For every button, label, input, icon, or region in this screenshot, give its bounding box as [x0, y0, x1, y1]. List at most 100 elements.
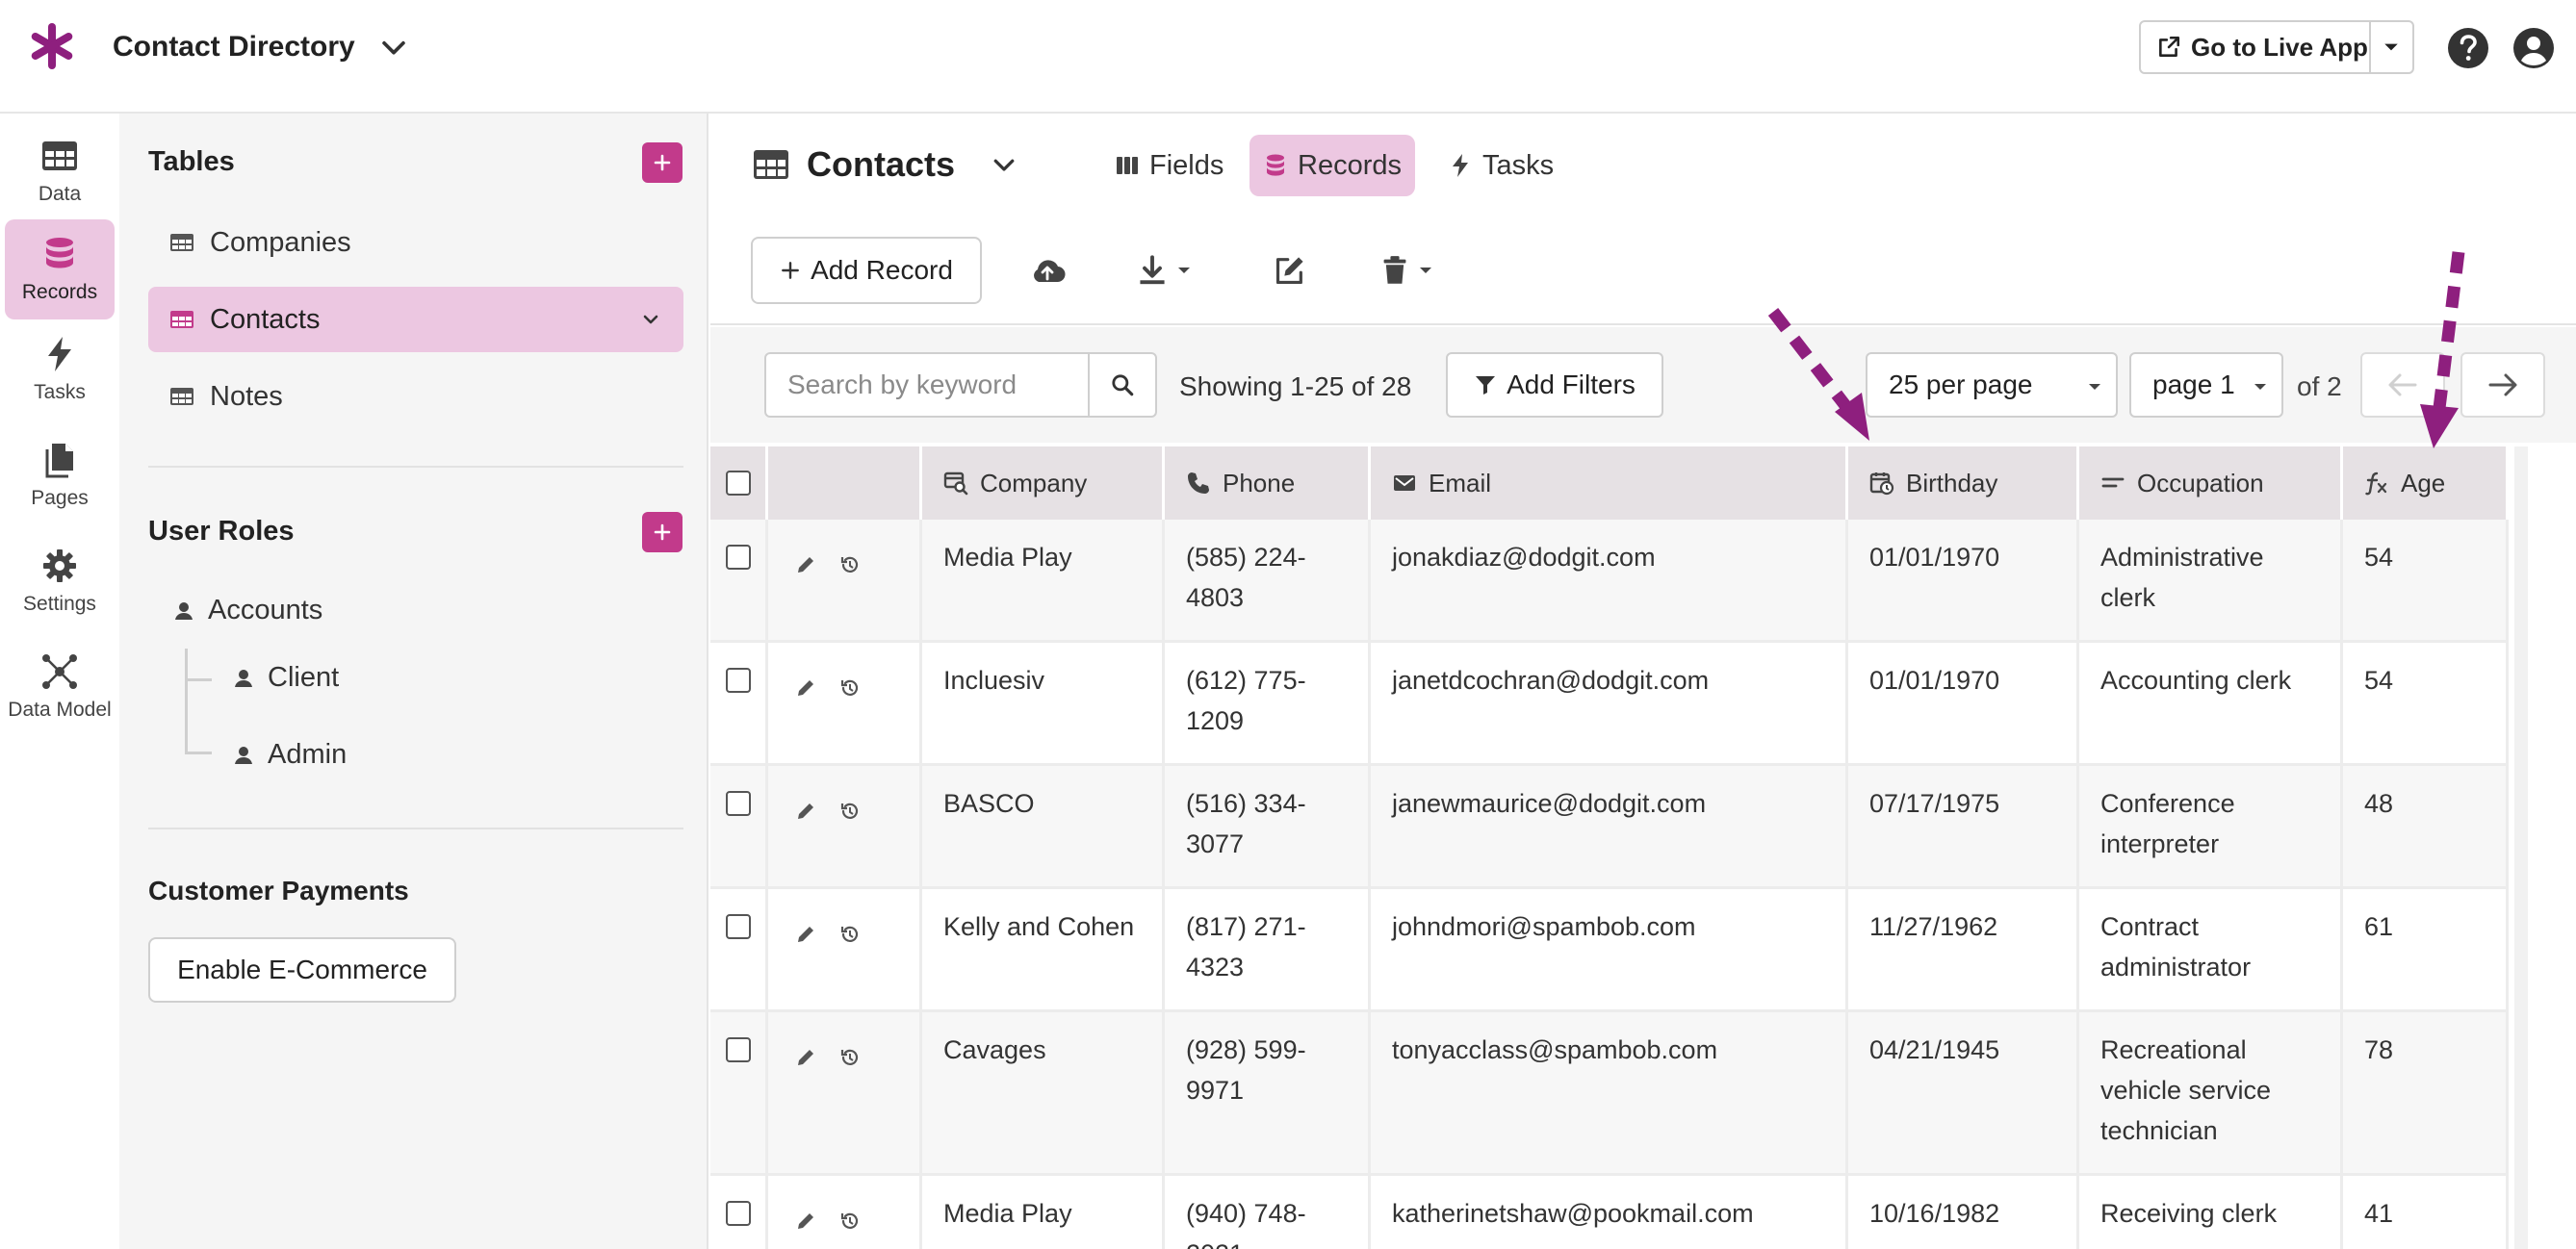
table-icon — [754, 150, 788, 179]
column-header-phone[interactable]: Phone — [1165, 446, 1371, 520]
side-panel: Tables Companies Contacts Notes User Rol… — [119, 114, 708, 1249]
person-icon — [235, 669, 252, 687]
app-title[interactable]: Contact Directory — [113, 31, 355, 64]
rail-item-pages[interactable]: Pages — [5, 425, 115, 525]
history-icon[interactable] — [839, 677, 861, 699]
pencil-icon[interactable] — [795, 801, 816, 822]
history-icon[interactable] — [839, 1211, 861, 1232]
column-header-age[interactable]: Age — [2343, 446, 2509, 520]
pencil-icon[interactable] — [795, 1211, 816, 1232]
rail-item-label: Data Model — [8, 699, 112, 721]
function-icon — [2365, 472, 2387, 496]
pencil-icon[interactable] — [795, 924, 816, 945]
add-record-label: Add Record — [811, 255, 953, 285]
row-checkbox[interactable] — [725, 545, 751, 570]
history-icon[interactable] — [839, 1047, 861, 1068]
history-icon[interactable] — [839, 554, 861, 575]
table-icon — [170, 311, 193, 328]
search-input[interactable] — [766, 354, 1090, 416]
batch-edit-button[interactable] — [1263, 237, 1317, 304]
row-checkbox[interactable] — [725, 1037, 751, 1062]
main-header: Contacts Fields Records Tasks Add Record — [710, 114, 2576, 325]
cell-email: janewmaurice@dodgit.com — [1371, 766, 1848, 886]
row-checkbox[interactable] — [725, 914, 751, 939]
row-select-cell — [710, 889, 768, 1009]
column-header-birthday[interactable]: Birthday — [1848, 446, 2079, 520]
tree-connector — [185, 649, 212, 681]
role-item-client[interactable]: Client — [233, 662, 339, 694]
columns-icon — [1117, 157, 1138, 174]
batch-delete-button[interactable] — [1369, 237, 1446, 304]
column-header-label: Phone — [1223, 468, 1296, 497]
pencil-icon[interactable] — [795, 554, 816, 575]
column-header-occupation[interactable]: Occupation — [2079, 446, 2343, 520]
rail-item-data-model[interactable]: Data Model — [5, 637, 115, 737]
cell-email: janetdcochran@dodgit.com — [1371, 643, 1848, 763]
chevron-down-icon[interactable] — [639, 308, 662, 331]
row-actions-cell — [768, 643, 922, 763]
filter-icon — [1476, 376, 1496, 395]
search-button[interactable] — [1090, 354, 1155, 416]
table-item-contacts[interactable]: Contacts — [148, 287, 683, 352]
column-header-label: Occupation — [2137, 468, 2264, 497]
row-checkbox[interactable] — [725, 668, 751, 693]
pencil-icon[interactable] — [795, 1047, 816, 1068]
help-icon[interactable] — [2446, 26, 2490, 70]
cell-age: 48 — [2343, 766, 2509, 886]
go-to-live-app-button[interactable]: Go to Live App — [2141, 22, 2369, 72]
tab-tasks[interactable]: Tasks — [1434, 135, 1567, 196]
table-icon — [170, 234, 193, 251]
live-app-dropdown-button[interactable] — [2368, 22, 2412, 72]
table-item-notes[interactable]: Notes — [148, 364, 683, 429]
add-user-role-button[interactable] — [642, 512, 683, 552]
rail-item-settings[interactable]: Settings — [5, 531, 115, 631]
panel-divider — [148, 466, 683, 468]
role-item-accounts[interactable]: Accounts — [173, 595, 322, 626]
history-icon[interactable] — [839, 801, 861, 822]
cell-phone: (940) 748-2021 — [1165, 1176, 1371, 1249]
page-select[interactable]: page 1 — [2129, 352, 2283, 418]
row-checkbox[interactable] — [725, 1201, 751, 1226]
cell-occupation: Recreational vehicle service technician — [2079, 1012, 2343, 1173]
chevron-down-icon[interactable] — [377, 31, 410, 64]
next-page-button[interactable] — [2460, 352, 2545, 418]
table-row: Cavages (928) 599-9971 tonyacclass@spamb… — [710, 1012, 2509, 1176]
role-label: Admin — [268, 739, 348, 770]
cell-age: 54 — [2343, 643, 2509, 763]
import-button[interactable] — [1020, 237, 1074, 304]
tab-fields[interactable]: Fields — [1101, 135, 1237, 196]
app-logo-icon[interactable] — [27, 21, 77, 71]
export-button[interactable] — [1126, 237, 1203, 304]
gear-icon — [43, 549, 76, 582]
rail-item-data[interactable]: Data — [5, 121, 115, 221]
add-filters-button[interactable]: Add Filters — [1446, 352, 1663, 418]
column-header-email[interactable]: Email — [1371, 446, 1848, 520]
chevron-down-icon[interactable] — [990, 150, 1018, 179]
table-title[interactable]: Contacts — [753, 144, 1018, 185]
select-all-checkbox[interactable] — [725, 471, 751, 496]
role-item-admin[interactable]: Admin — [233, 739, 347, 771]
add-table-button[interactable] — [642, 142, 683, 183]
external-link-icon — [2159, 36, 2180, 57]
row-checkbox[interactable] — [725, 791, 751, 816]
user-account-icon[interactable] — [2512, 26, 2556, 70]
per-page-select[interactable]: 25 per page — [1866, 352, 2118, 418]
rail-item-tasks[interactable]: Tasks — [5, 319, 115, 420]
history-icon[interactable] — [839, 924, 861, 945]
cell-email: johndmori@spambob.com — [1371, 889, 1848, 1009]
column-header-company[interactable]: Company — [922, 446, 1165, 520]
row-select-cell — [710, 520, 768, 640]
rail-item-records[interactable]: Records — [5, 219, 115, 319]
table-row: Incluesiv (612) 775-1209 janetdcochran@d… — [710, 643, 2509, 766]
tab-records[interactable]: Records — [1249, 135, 1415, 196]
previous-page-button[interactable] — [2360, 352, 2445, 418]
user-roles-heading: User Roles — [148, 516, 295, 547]
vertical-scrollbar[interactable] — [2514, 446, 2528, 1249]
caret-down-icon — [2254, 384, 2266, 390]
table-item-companies[interactable]: Companies — [148, 210, 683, 275]
pencil-icon[interactable] — [795, 677, 816, 699]
rail-item-label: Tasks — [34, 381, 86, 403]
enable-ecommerce-button[interactable]: Enable E-Commerce — [148, 937, 456, 1003]
select-all-cell — [710, 446, 768, 520]
add-record-button[interactable]: Add Record — [751, 237, 982, 304]
